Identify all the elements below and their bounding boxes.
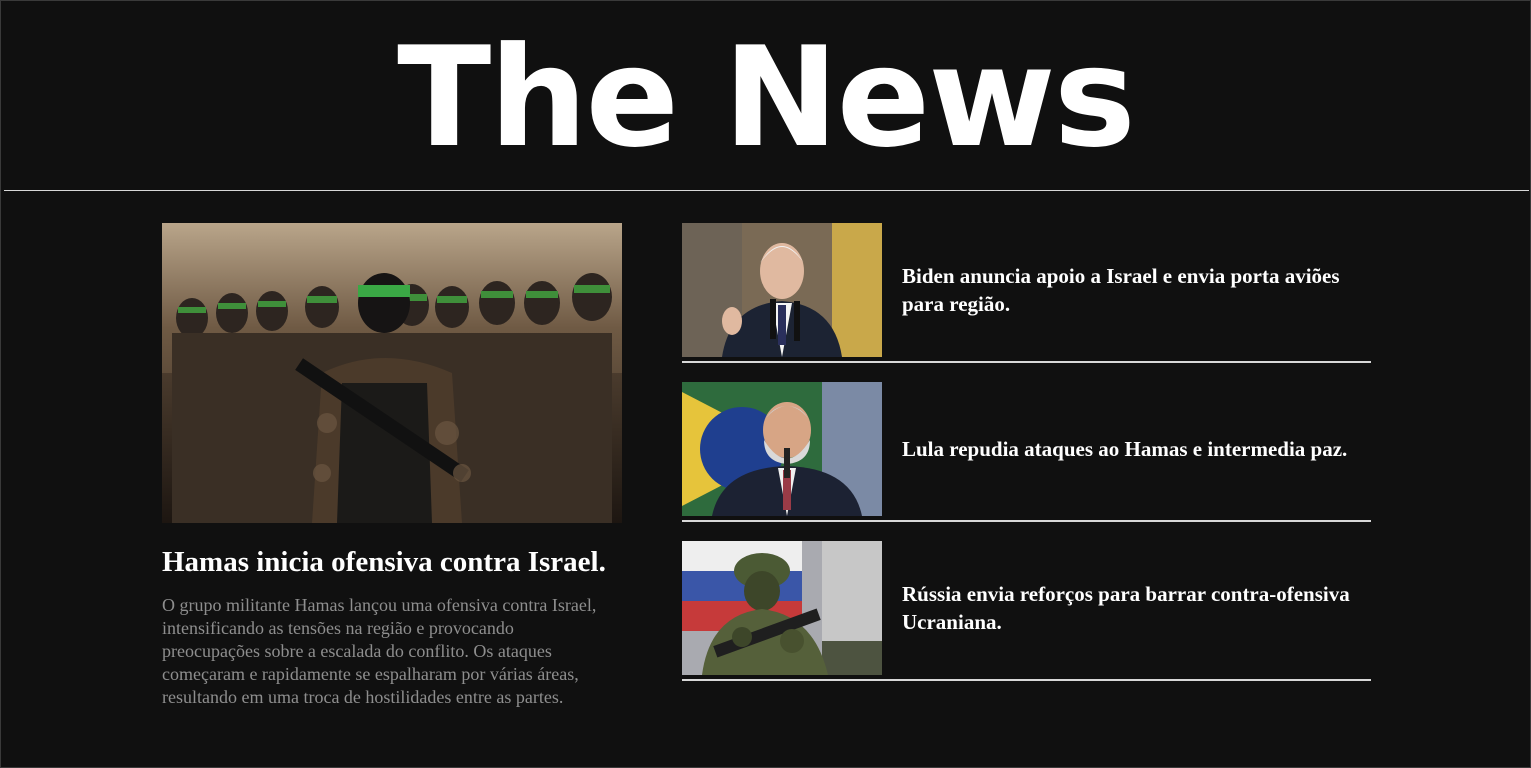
side-story-headline[interactable]: Biden anuncia apoio a Israel e envia por… bbox=[902, 223, 1362, 357]
side-story-lula[interactable]: Lula repudia ataques ao Hamas e intermed… bbox=[682, 382, 1371, 522]
site-title[interactable]: The News bbox=[0, 18, 1531, 178]
featured-headline[interactable]: Hamas inicia ofensiva contra Israel. bbox=[162, 543, 622, 581]
side-story-russia[interactable]: Rússia envia reforços para barrar contra… bbox=[682, 541, 1371, 681]
side-story-image[interactable] bbox=[682, 382, 882, 516]
featured-article[interactable]: Hamas inicia ofensiva contra Israel. O g… bbox=[162, 223, 622, 709]
side-story-image[interactable] bbox=[682, 223, 882, 357]
side-story-headline[interactable]: Lula repudia ataques ao Hamas e intermed… bbox=[902, 382, 1362, 516]
side-story-headline[interactable]: Rússia envia reforços para barrar contra… bbox=[902, 541, 1362, 675]
side-story-image[interactable] bbox=[682, 541, 882, 675]
featured-image[interactable] bbox=[162, 223, 622, 523]
side-story-biden[interactable]: Biden anuncia apoio a Israel e envia por… bbox=[682, 223, 1371, 363]
site-header: The News bbox=[0, 0, 1531, 192]
header-divider bbox=[4, 190, 1529, 191]
featured-summary: O grupo militante Hamas lançou uma ofens… bbox=[162, 595, 597, 707]
side-stories: Biden anuncia apoio a Israel e envia por… bbox=[682, 223, 1371, 700]
